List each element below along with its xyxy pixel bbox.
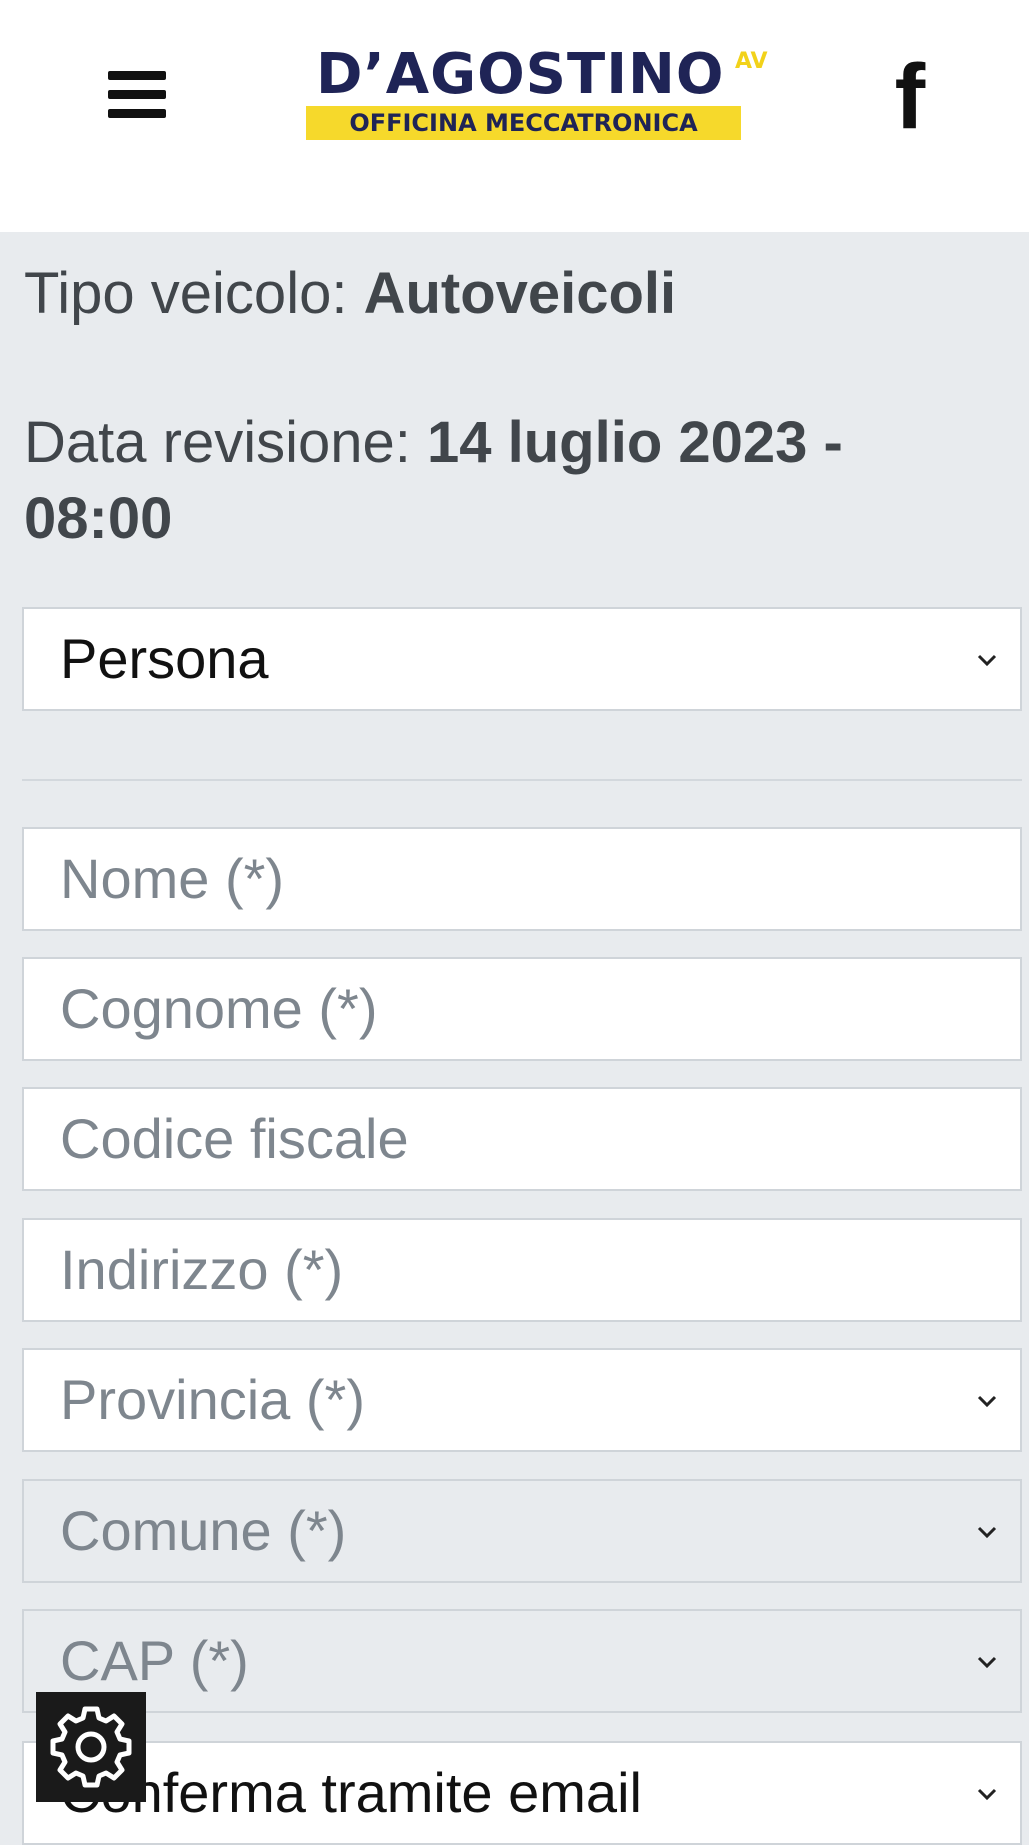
revision-date-label: Data revisione:: [24, 410, 427, 475]
codice-fiscale-placeholder: Codice fiscale: [60, 1107, 409, 1170]
site-logo[interactable]: D’AGOSTINO AV OFFICINA MECCATRONICA: [300, 44, 780, 144]
cookie-settings-button[interactable]: [36, 1692, 146, 1802]
logo-superscript: AV: [735, 49, 768, 74]
provincia-select[interactable]: Provincia (*): [22, 1348, 1022, 1452]
vehicle-type-value: Autoveicoli: [363, 261, 677, 326]
cognome-field[interactable]: Cognome (*): [22, 957, 1022, 1061]
nome-placeholder: Nome (*): [60, 847, 285, 910]
revision-date-line: Data revisione: 14 luglio 2023 - 08:00: [24, 405, 1004, 557]
site-header: D’AGOSTINO AV OFFICINA MECCATRONICA f: [0, 0, 1029, 232]
subject-type-select[interactable]: Persona: [22, 607, 1022, 711]
vehicle-type-line: Tipo veicolo: Autoveicoli: [24, 256, 676, 332]
comune-select[interactable]: Comune (*): [22, 1479, 1022, 1583]
vehicle-type-label: Tipo veicolo:: [24, 261, 364, 326]
form-divider: [22, 779, 1022, 781]
comune-placeholder: Comune (*): [60, 1499, 347, 1562]
hamburger-menu-icon[interactable]: [108, 68, 166, 122]
facebook-icon[interactable]: f: [880, 51, 940, 143]
gear-icon: [50, 1706, 132, 1788]
chevron-down-icon: [977, 1656, 997, 1669]
provincia-placeholder: Provincia (*): [60, 1368, 365, 1431]
cognome-placeholder: Cognome (*): [60, 977, 378, 1040]
cap-select[interactable]: CAP (*): [22, 1609, 1022, 1713]
logo-name: D’AGOSTINO: [316, 42, 725, 107]
confirmation-method-value: Conferma tramite email: [60, 1761, 642, 1824]
indirizzo-placeholder: Indirizzo (*): [60, 1238, 344, 1301]
indirizzo-field[interactable]: Indirizzo (*): [22, 1218, 1022, 1322]
chevron-down-icon: [977, 1526, 997, 1539]
nome-field[interactable]: Nome (*): [22, 827, 1022, 931]
subject-type-value: Persona: [60, 627, 269, 690]
chevron-down-icon: [977, 1788, 997, 1801]
codice-fiscale-field[interactable]: Codice fiscale: [22, 1087, 1022, 1191]
logo-tagline: OFFICINA MECCATRONICA: [306, 106, 741, 140]
chevron-down-icon: [977, 654, 997, 667]
confirmation-method-select[interactable]: Conferma tramite email: [22, 1741, 1022, 1845]
chevron-down-icon: [977, 1395, 997, 1408]
